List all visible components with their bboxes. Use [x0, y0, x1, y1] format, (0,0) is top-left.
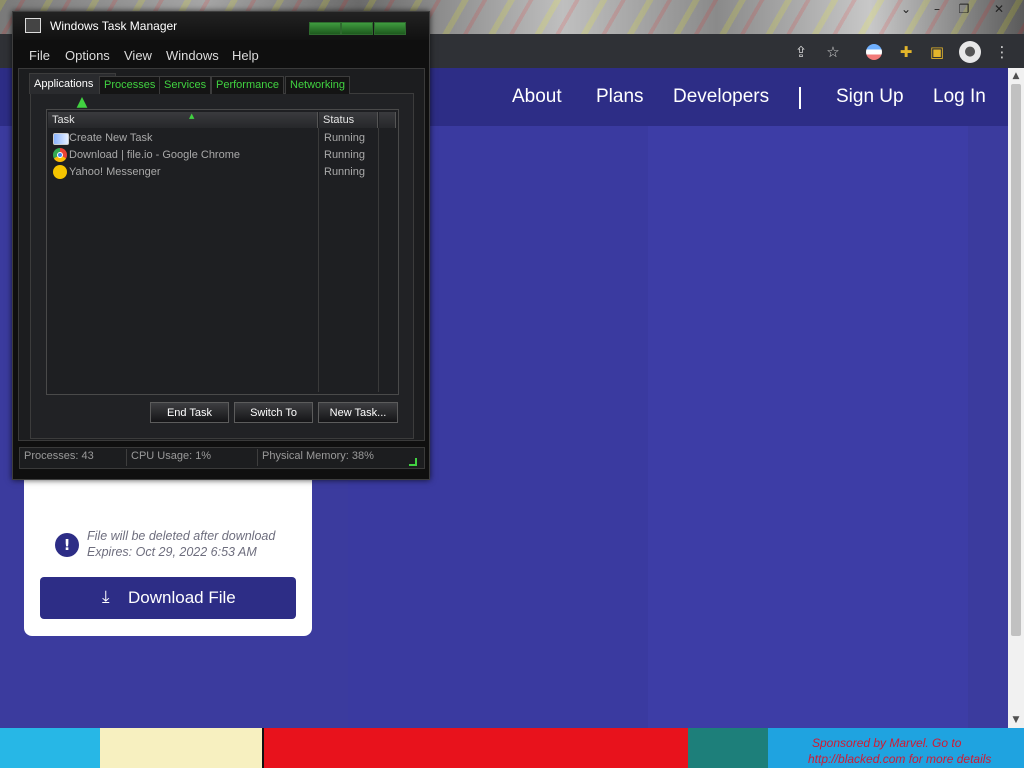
background-panel [648, 126, 968, 728]
sponsor-text-line2: http://blacked.com for more details [808, 752, 992, 766]
status-physical-memory: Physical Memory: 38% [262, 450, 374, 462]
share-icon[interactable]: ⇪ [791, 42, 811, 62]
desktop-wallpaper-bottom: Sponsored by Marvel. Go to http://blacke… [0, 728, 1024, 768]
tm-maximize-button[interactable] [341, 22, 373, 35]
close-button[interactable]: ✕ [990, 2, 1008, 16]
task-row-status: Running [324, 166, 365, 178]
tab-search-icon[interactable]: ⌄ [897, 2, 915, 16]
nav-about[interactable]: About [512, 86, 562, 108]
nav-log-in[interactable]: Log In [933, 86, 986, 108]
extensions-icon[interactable]: ✚ [896, 42, 916, 62]
column-header-spare [379, 112, 396, 128]
tm-menu-windows[interactable]: Windows [166, 48, 219, 63]
yahoo-messenger-icon [53, 165, 67, 179]
status-cpu-usage: CPU Usage: 1% [131, 450, 212, 462]
task-row-name[interactable]: Yahoo! Messenger [69, 166, 161, 178]
tm-menu-file[interactable]: File [29, 48, 50, 63]
switch-to-button[interactable]: Switch To [234, 402, 313, 423]
task-row-status: Running [324, 132, 365, 144]
info-icon: ! [55, 533, 79, 557]
tm-minimize-button[interactable] [309, 22, 341, 35]
status-processes: Processes: 43 [24, 450, 94, 462]
resize-grip-icon[interactable] [409, 458, 417, 466]
expiry-notice: Expires: Oct 29, 2022 6:53 AM [87, 545, 257, 559]
task-manager-icon [25, 18, 41, 33]
tab-networking[interactable]: Networking [285, 76, 351, 94]
tm-menu-options[interactable]: Options [65, 48, 110, 63]
tm-menu-help[interactable]: Help [232, 48, 259, 63]
task-row-status: Running [324, 149, 365, 161]
column-header-status[interactable]: Status [319, 112, 378, 128]
task-row-name[interactable]: Download | file.io - Google Chrome [69, 149, 240, 161]
column-divider [378, 128, 379, 392]
scroll-thumb[interactable] [1011, 84, 1021, 636]
end-task-button[interactable]: End Task [150, 402, 229, 423]
download-file-label: Download File [128, 588, 236, 607]
nav-plans[interactable]: Plans [596, 86, 644, 108]
wallpaper-block [0, 728, 100, 768]
profile-icon[interactable]: ● [959, 41, 981, 63]
nav-developers[interactable]: Developers [673, 86, 769, 108]
status-divider [126, 449, 127, 466]
wallpaper-line [262, 728, 264, 768]
tab-performance[interactable]: Performance [211, 76, 284, 94]
task-row-name[interactable]: Create New Task [69, 132, 153, 144]
download-file-button[interactable]: ⤓ Download File [40, 577, 296, 619]
download-icon: ⤓ [102, 587, 110, 607]
tab-services[interactable]: Services [159, 76, 212, 94]
status-divider [257, 449, 258, 466]
tm-close-button[interactable] [374, 22, 406, 35]
nav-divider [799, 87, 801, 109]
wallpaper-block [688, 728, 768, 768]
chrome-icon [53, 148, 67, 162]
task-manager-window: Windows Task Manager File Options View W… [12, 11, 430, 480]
sponsor-text-line1: Sponsored by Marvel. Go to [812, 736, 962, 750]
page-scrollbar[interactable]: ▲ ▼ [1008, 68, 1024, 728]
column-divider [318, 128, 319, 392]
deletion-notice: File will be deleted after download [87, 529, 276, 543]
menu-icon[interactable]: ⋮ [992, 42, 1012, 62]
scroll-down-icon[interactable]: ▼ [1008, 712, 1024, 728]
wallpaper-block [100, 728, 262, 768]
minimize-button[interactable]: – [928, 2, 946, 16]
task-manager-title: Windows Task Manager [50, 19, 178, 33]
new-task-button[interactable]: New Task... [318, 402, 398, 423]
sort-ascending-icon: ▲ [189, 112, 195, 120]
star-icon[interactable]: ☆ [823, 42, 843, 62]
tab-processes[interactable]: Processes [99, 76, 161, 94]
column-header-task[interactable]: Task [48, 112, 318, 128]
task-icon [53, 133, 69, 145]
restore-button[interactable]: ❐ [955, 2, 973, 16]
side-panel-icon[interactable]: ▣ [927, 42, 947, 62]
tm-menu-view[interactable]: View [124, 48, 152, 63]
nav-sign-up[interactable]: Sign Up [836, 86, 904, 108]
scroll-up-icon[interactable]: ▲ [1008, 68, 1024, 84]
flag-avatar-icon[interactable] [866, 44, 882, 60]
